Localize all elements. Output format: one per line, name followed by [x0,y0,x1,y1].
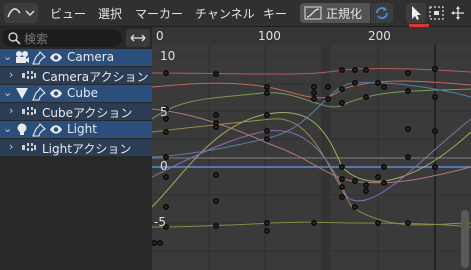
auto-normalize-button[interactable] [371,3,393,23]
menu-select[interactable]: 選択 [98,5,122,22]
pin-icon[interactable] [32,123,46,137]
eye-icon[interactable] [49,124,63,135]
collapse-arrow-icon[interactable]: ⌄ [3,86,12,99]
value-label-10: 10 [160,49,176,63]
collapse-arrow-icon[interactable]: ⌄ [3,122,12,135]
eye-icon[interactable] [49,52,63,63]
value-label-5: 5 [160,105,168,119]
normalize-label: 正規化 [326,7,363,21]
expand-arrow-icon[interactable]: › [9,68,13,81]
channel-list: 検索 ⌄ Camera › Cameraアクション ⌄ Cube › Cubeア… [0,27,152,270]
light-icon [17,123,27,135]
search-placeholder: 検索 [24,32,49,46]
channel-object-cube[interactable]: ⌄ Cube [0,85,152,102]
expand-arrow-icon[interactable]: › [9,104,13,117]
editor-type-button[interactable] [4,3,38,23]
channel-label: Cube [67,86,98,100]
channel-label: Cameraアクション [42,70,149,84]
menu-channel[interactable]: チャンネル [195,5,255,22]
channel-label: Lightアクション [42,142,132,156]
frame-label-100: 100 [258,29,281,43]
graph-canvas[interactable]: 0 100 200 10 5 0 -5 [152,27,471,270]
channel-label: Light [67,122,97,136]
frame-label-0: 0 [156,29,164,43]
box-select-button[interactable] [427,3,447,23]
action-icon [22,143,36,151]
vertical-scrollbar[interactable] [461,210,469,268]
menu-key[interactable]: キー [263,5,287,22]
mesh-icon [16,88,28,99]
normalize-toggle[interactable]: 正規化 [300,3,370,23]
channel-action-camera[interactable]: › Cameraアクション [0,67,152,84]
select-tool-button[interactable] [406,3,426,23]
normalize-icon [304,6,322,20]
frame-label-200: 200 [368,29,391,43]
channel-action-cube[interactable]: › Cubeアクション [0,103,152,120]
menu-view[interactable]: ビュー [50,5,86,22]
menu-marker[interactable]: マーカー [135,5,183,22]
graph-editor-icon [7,8,35,18]
box-select-icon [429,6,444,20]
cursor-icon [412,6,421,20]
arrows-horizontal-icon [130,34,146,42]
channel-action-light[interactable]: › Lightアクション [0,139,152,156]
fcurve-plot[interactable] [152,27,471,270]
search-input[interactable]: 検索 [2,29,122,47]
pin-icon[interactable] [32,51,46,65]
channel-object-light[interactable]: ⌄ Light [0,121,152,138]
value-label-neg5: -5 [154,215,166,229]
search-icon [8,32,21,45]
eye-icon[interactable] [49,88,63,99]
channel-label: Camera [67,50,115,64]
channel-object-camera[interactable]: ⌄ Camera [0,49,152,66]
filter-swap-button[interactable] [126,29,150,47]
transform-icon [451,6,464,20]
action-icon [22,71,36,79]
refresh-icon [376,7,388,19]
value-label-0: 0 [160,159,168,173]
expand-arrow-icon[interactable]: › [9,140,13,153]
pin-icon[interactable] [32,87,46,101]
action-icon [22,107,36,115]
transform-tool-button[interactable] [448,3,468,23]
channel-label: Cubeアクション [42,106,133,120]
collapse-arrow-icon[interactable]: ⌄ [3,50,12,63]
graph-editor-header: ビュー 選択 マーカー チャンネル キー 正規化 [0,0,471,27]
camera-icon [16,51,29,63]
